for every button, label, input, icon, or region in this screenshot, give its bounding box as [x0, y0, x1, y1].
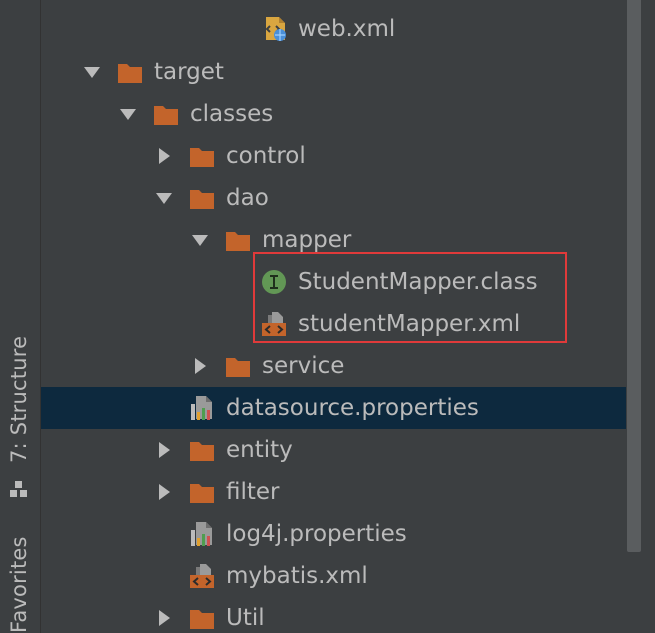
chevron-right-icon[interactable]: [191, 357, 209, 375]
tree-item-service[interactable]: service: [41, 345, 642, 387]
chevron-down-icon[interactable]: [155, 189, 173, 207]
folder-icon: [226, 358, 250, 377]
structure-tab-label: 7: Structure: [7, 335, 31, 463]
properties-file-icon: [191, 396, 212, 420]
tree-item-filter[interactable]: filter: [41, 471, 642, 513]
vertical-scrollbar-thumb[interactable]: [627, 0, 641, 552]
chevron-right-icon[interactable]: [155, 609, 173, 627]
chevron-down-icon[interactable]: [119, 105, 137, 123]
project-window: 7: Structure Favorites web.xml target cl…: [0, 0, 655, 633]
tree-item-label: datasource.properties: [226, 395, 479, 421]
tree-item-target[interactable]: target: [41, 51, 642, 93]
tree-item-label: entity: [226, 437, 293, 463]
chevron-down-icon[interactable]: [83, 63, 101, 81]
properties-file-icon: [191, 522, 212, 546]
interface-class-icon: [262, 270, 286, 294]
tree-item-label: target: [154, 59, 224, 85]
tree-item-label: studentMapper.xml: [298, 311, 521, 337]
folder-icon: [190, 442, 214, 461]
tree-item-web-xml[interactable]: web.xml: [41, 8, 642, 50]
tree-item-mapper[interactable]: mapper: [41, 219, 642, 261]
chevron-right-icon[interactable]: [155, 483, 173, 501]
tree-item-label: web.xml: [298, 16, 396, 42]
project-tree: web.xml target classes control dao mappe…: [41, 0, 642, 633]
tree-item-label: classes: [190, 101, 274, 127]
tree-item-label: mybatis.xml: [226, 563, 368, 589]
tree-item-datasource-properties[interactable]: datasource.properties: [41, 387, 642, 429]
folder-icon: [190, 190, 214, 209]
left-tool-strip: 7: Structure Favorites: [0, 0, 41, 633]
structure-tool-tab[interactable]: 7: Structure: [0, 330, 40, 500]
tree-item-label: service: [262, 353, 345, 379]
favorites-tab-label: Favorites: [7, 536, 31, 633]
structure-icon: [10, 481, 27, 497]
tree-item-label: StudentMapper.class: [298, 269, 538, 295]
folder-icon: [118, 64, 142, 83]
tree-item-label: filter: [226, 479, 280, 505]
folder-icon: [154, 106, 178, 125]
tree-item-label: mapper: [262, 227, 352, 253]
folder-icon: [190, 610, 214, 629]
tree-item-label: Util: [226, 605, 265, 631]
folder-icon: [190, 484, 214, 503]
xml-file-icon: [262, 312, 286, 336]
folder-icon: [226, 232, 250, 251]
tree-item-dao[interactable]: dao: [41, 177, 642, 219]
tree-item-label: log4j.properties: [226, 521, 407, 547]
tree-item-mybatis-xml[interactable]: mybatis.xml: [41, 555, 642, 597]
tree-item-label: dao: [226, 185, 269, 211]
tree-item-student-mapper-class[interactable]: StudentMapper.class: [41, 261, 642, 303]
tree-item-label: control: [226, 143, 306, 169]
web-xml-file-icon: [265, 17, 286, 41]
chevron-right-icon[interactable]: [155, 147, 173, 165]
xml-file-icon: [190, 564, 214, 588]
chevron-right-icon[interactable]: [155, 441, 173, 459]
tree-item-control[interactable]: control: [41, 135, 642, 177]
chevron-down-icon[interactable]: [191, 231, 209, 249]
tree-item-util[interactable]: Util: [41, 597, 642, 633]
tree-item-classes[interactable]: classes: [41, 93, 642, 135]
favorites-tool-tab[interactable]: Favorites: [0, 530, 40, 633]
tree-item-entity[interactable]: entity: [41, 429, 642, 471]
tree-item-log4j-properties[interactable]: log4j.properties: [41, 513, 642, 555]
folder-icon: [190, 148, 214, 167]
tree-item-student-mapper-xml[interactable]: studentMapper.xml: [41, 303, 642, 345]
